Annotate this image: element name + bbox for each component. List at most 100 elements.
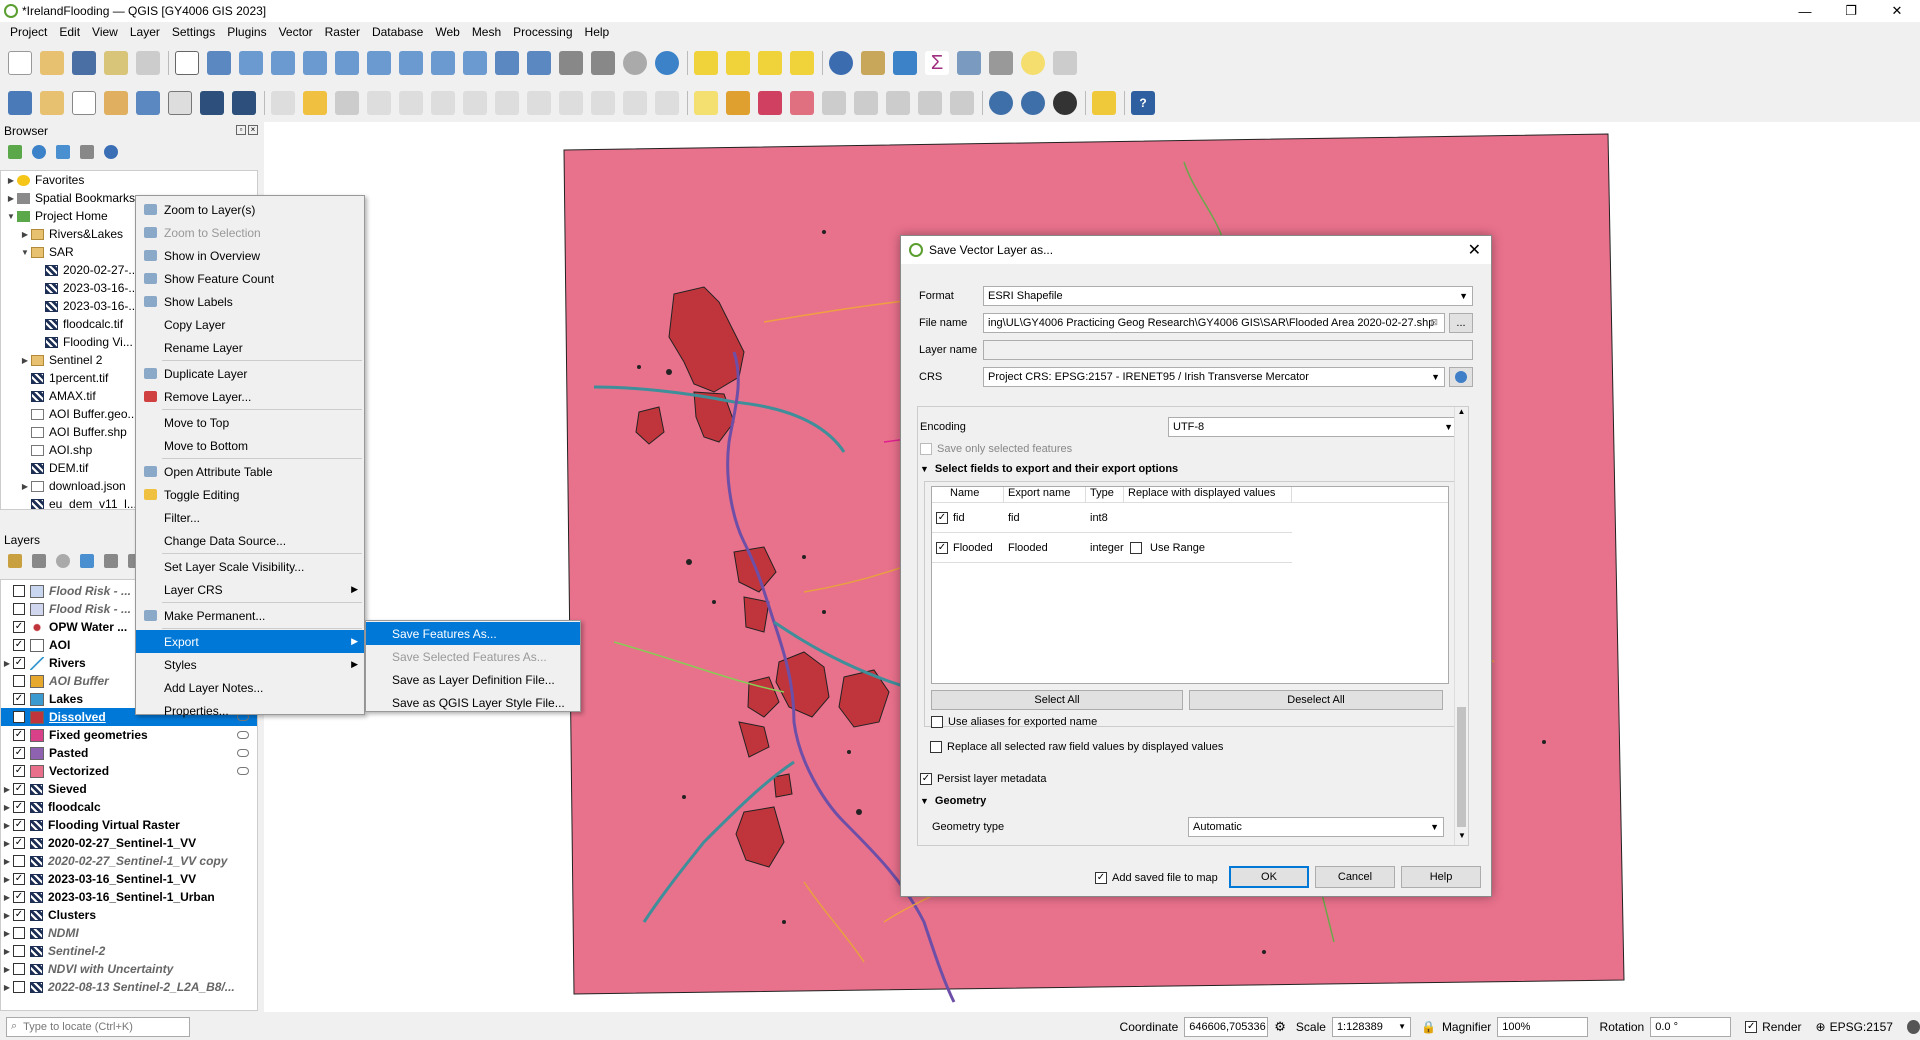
show-hide-labels-icon[interactable] [822,91,846,115]
save-selected-checkbox[interactable] [920,443,932,455]
dialog-close-icon[interactable]: ✕ [1468,240,1481,260]
temporary-layer-icon[interactable] [237,749,249,757]
expand-arrow-icon[interactable]: ▶ [1,659,13,668]
expand-arrow-icon[interactable]: ▶ [1,929,13,938]
open-project-icon[interactable] [40,51,64,75]
crs-status[interactable]: EPSG:2157 [1830,1020,1893,1034]
zoom-full-icon[interactable] [303,51,327,75]
expand-arrow-icon[interactable]: ▶ [1,857,13,866]
save-edits-icon[interactable] [335,91,359,115]
select-features-icon[interactable] [694,51,718,75]
style-icon[interactable] [8,554,22,568]
menu-layer[interactable]: Layer [124,25,166,39]
expand-arrow-icon[interactable]: ▶ [5,194,17,203]
processing-toolbox-icon[interactable] [893,51,917,75]
encoding-select[interactable]: UTF-8 ▼ [1168,417,1458,437]
temporary-layer-icon[interactable] [237,767,249,775]
persist-metadata-row[interactable]: ✓ Persist layer metadata [920,769,1046,789]
expand-arrow-icon[interactable]: ▶ [1,875,13,884]
layer-visibility-checkbox[interactable] [13,855,25,867]
deselect-icon[interactable] [758,51,782,75]
layer-visibility-checkbox[interactable] [13,603,25,615]
menu-mesh[interactable]: Mesh [466,25,507,39]
replace-raw-row[interactable]: Replace all selected raw field values by… [930,737,1223,757]
quickmap-icon[interactable] [1053,91,1077,115]
python-console-icon[interactable] [1092,91,1116,115]
show-bookmarks-icon[interactable] [591,51,615,75]
temporary-layer-icon[interactable] [237,731,249,739]
expand-arrow-icon[interactable]: ▶ [1,911,13,920]
menu-item[interactable]: Show in Overview [136,244,364,267]
options-scroll-area[interactable]: Encoding UTF-8 ▼ Save only selected featu… [917,406,1469,846]
zoom-to-selection-icon[interactable] [335,51,359,75]
scroll-up-icon[interactable]: ▲ [1455,407,1468,421]
menu-item[interactable]: Duplicate Layer [136,362,364,385]
save-selected-row[interactable]: Save only selected features [920,439,1072,459]
geometry-section-header[interactable]: ▼ Geometry [920,791,986,811]
zoom-next-icon[interactable] [463,51,487,75]
layer-visibility-checkbox[interactable]: ✓ [13,891,25,903]
layer-item[interactable]: ▶ NDVI with Uncertainty [1,960,257,978]
identify-icon[interactable] [829,51,853,75]
layer-item[interactable]: ✓ Pasted [1,744,257,762]
layer-visibility-checkbox[interactable]: ✓ [13,639,25,651]
options-scrollbar[interactable]: ▲ ▼ [1454,407,1468,845]
menu-item[interactable]: Layer CRS ▶ [136,578,364,601]
new-shapefile-icon[interactable] [72,91,96,115]
layer-item[interactable]: ▶ ✓ 2023-03-16_Sentinel-1_Urban [1,888,257,906]
menu-item[interactable]: Export ▶ [136,630,364,653]
bookmark-icon[interactable] [559,51,583,75]
filename-input[interactable]: ing\UL\GY4006 Practicing Geog Research\G… [983,313,1445,333]
add-saved-row[interactable]: ✓ Add saved file to map [1095,868,1218,888]
filter-icon[interactable] [56,145,70,159]
highlight-label-icon[interactable] [758,91,782,115]
layer-visibility-checkbox[interactable] [13,675,25,687]
field-export-name[interactable]: Flooded [1004,542,1086,554]
temporal-controller-icon[interactable] [623,51,647,75]
coordinate-input[interactable]: 646606,705336 [1184,1016,1269,1037]
layer-visibility-checkbox[interactable]: ✓ [13,783,25,795]
layername-input[interactable] [983,340,1473,360]
layer-visibility-checkbox[interactable]: ✓ [13,909,25,921]
menu-item[interactable]: Show Feature Count [136,267,364,290]
select-all-button[interactable]: Select All [931,690,1183,710]
new-print-layout-icon[interactable] [104,51,128,75]
add-group-icon[interactable] [32,554,46,568]
new-map-view-icon[interactable] [495,51,519,75]
minimize-button[interactable]: — [1782,0,1828,22]
menu-item[interactable]: Move to Top [136,411,364,434]
zoom-last-icon[interactable] [431,51,455,75]
menu-item[interactable]: Set Layer Scale Visibility... [136,555,364,578]
ok-button[interactable]: OK [1229,866,1309,888]
expand-arrow-icon[interactable]: ▶ [5,176,17,185]
layer-item[interactable]: ✓ Fixed geometries [1,726,257,744]
scale-input[interactable]: 1:128389 ▼ [1331,1016,1411,1037]
field-checkbox[interactable]: ✓ [936,541,948,554]
layer-visibility-checkbox[interactable] [13,963,25,975]
new-3d-map-icon[interactable] [527,51,551,75]
field-export-name[interactable]: fid [1004,512,1086,524]
layer-visibility-checkbox[interactable] [13,945,25,957]
layer-visibility-checkbox[interactable] [13,927,25,939]
layer-visibility-checkbox[interactable]: ✓ [13,819,25,831]
settings-gear-icon[interactable] [1053,51,1077,75]
crs-select[interactable]: Project CRS: EPSG:2157 - IRENET95 / Iris… [983,367,1445,387]
layer-visibility-checkbox[interactable]: ✓ [13,837,25,849]
messages-icon[interactable] [1906,1019,1920,1034]
pan-icon[interactable] [175,51,199,75]
layer-item[interactable]: ▶ ✓ Flooding Virtual Raster [1,816,257,834]
field-checkbox[interactable]: ✓ [936,511,948,524]
browse-button[interactable]: ... [1449,313,1473,333]
table-row[interactable]: ✓ Flooded Flooded integer Use Range [932,533,1292,563]
use-aliases-row[interactable]: Use aliases for exported name [931,712,1097,732]
use-range-checkbox[interactable] [1130,541,1142,554]
layer-visibility-checkbox[interactable] [13,585,25,597]
pin-labels-icon[interactable] [790,91,814,115]
render-checkbox[interactable]: ✓ [1745,1020,1758,1033]
new-virtual-layer-icon[interactable] [168,91,192,115]
menu-item[interactable]: Rename Layer [136,336,364,359]
locator-input[interactable]: ⌕ Type to locate (Ctrl+K) [6,1016,190,1037]
layer-item[interactable]: ▶ ✓ Clusters [1,906,257,924]
expand-arrow-icon[interactable]: ▶ [19,482,31,491]
crs-globe-icon[interactable]: ⊕ [1816,1020,1826,1034]
